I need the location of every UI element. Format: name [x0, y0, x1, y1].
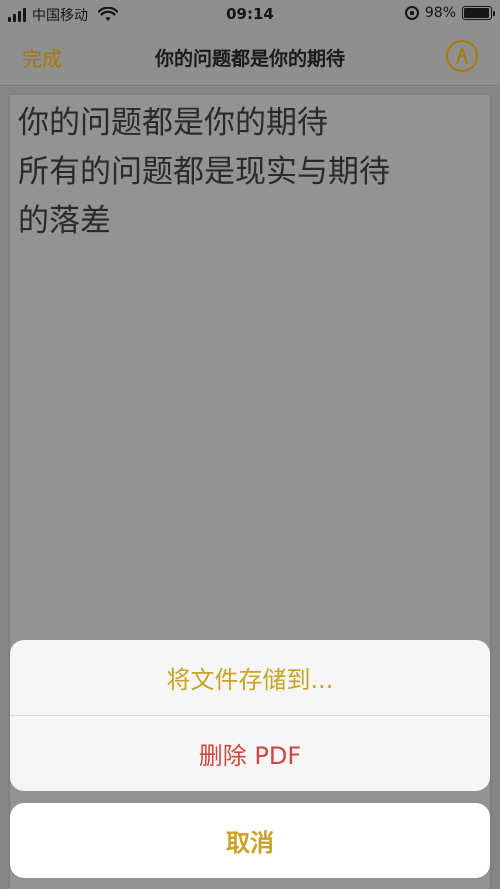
document-text: 你的问题都是你的期待 所有的问题都是现实与期待 的落差	[18, 99, 482, 246]
nav-bar: 完成 你的问题都是你的期待	[0, 30, 500, 86]
markup-pen-icon	[456, 47, 468, 65]
battery-icon	[462, 6, 495, 20]
battery-fill	[464, 8, 490, 18]
document-line: 你的问题都是你的期待	[18, 105, 328, 141]
document-line: 所有的问题都是现实与期待	[18, 154, 390, 190]
cancel-button[interactable]: 取消	[10, 803, 490, 878]
page-title: 你的问题都是你的期待	[154, 48, 345, 70]
status-right: 98%	[404, 5, 495, 21]
save-to-files-button[interactable]: 将文件存储到...	[10, 640, 490, 716]
markup-button[interactable]	[446, 40, 478, 72]
battery-percent: 98%	[424, 5, 456, 21]
action-sheet: 将文件存储到... 删除 PDF	[10, 640, 490, 791]
orientation-lock-icon	[404, 6, 419, 20]
document-line: 的落差	[18, 203, 111, 239]
status-bar: 中国移动 09:14 98%	[0, 0, 500, 30]
delete-pdf-button[interactable]: 删除 PDF	[10, 716, 490, 791]
